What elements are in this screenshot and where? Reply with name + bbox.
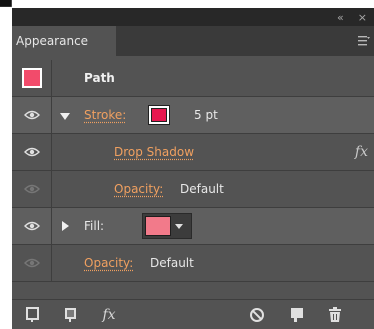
stroke-row[interactable]: Stroke: 5 pt: [12, 97, 374, 134]
eye-icon[interactable]: [23, 258, 40, 268]
eye-icon[interactable]: [23, 147, 40, 157]
object-thumbnail: [21, 68, 42, 88]
trash-icon[interactable]: [326, 306, 344, 324]
fill-label[interactable]: Fill:: [84, 219, 104, 233]
opacity-label[interactable]: Opacity:: [114, 182, 163, 196]
fill-color-swatch: [145, 216, 171, 236]
stroke-color-swatch[interactable]: [148, 105, 170, 125]
stroke-opacity-row[interactable]: Opacity: Default: [12, 171, 374, 208]
tab-appearance[interactable]: Appearance: [12, 26, 116, 56]
stroke-weight[interactable]: 5 pt: [194, 108, 218, 122]
opacity-value: Default: [150, 256, 194, 270]
expand-triangle-icon[interactable]: [60, 113, 70, 120]
eye-icon[interactable]: [23, 110, 40, 120]
close-icon[interactable]: ×: [358, 11, 367, 24]
opacity-value: Default: [180, 182, 224, 196]
bottom-toolbar: fx: [12, 299, 374, 329]
appearance-rows: Path Stroke: 5 pt Drop Shadow fx Opacity…: [12, 60, 374, 282]
drop-shadow-label[interactable]: Drop Shadow: [114, 145, 194, 159]
fill-row[interactable]: Fill:: [12, 208, 374, 245]
appearance-panel: « × Appearance Path Stroke: 5 pt Drop Sh…: [12, 8, 374, 329]
panel-controls: « ×: [330, 8, 374, 26]
collapse-triangle-icon[interactable]: [62, 221, 69, 231]
chevron-down-icon: [175, 223, 183, 229]
fill-opacity-eye-cell: [12, 245, 52, 281]
fill-color-dropdown[interactable]: [142, 213, 192, 239]
stroke-opacity-eye-cell: [12, 171, 52, 207]
collapse-icon[interactable]: «: [337, 11, 344, 24]
fill-opacity-row[interactable]: Opacity: Default: [12, 245, 374, 282]
duplicate-icon[interactable]: [288, 306, 306, 324]
opacity-label[interactable]: Opacity:: [84, 256, 133, 270]
new-stroke-icon[interactable]: [24, 306, 42, 324]
new-fill-icon[interactable]: [62, 306, 80, 324]
stroke-label[interactable]: Stroke:: [84, 108, 126, 122]
stroke-eye-cell: [12, 97, 52, 133]
panel-menu-icon[interactable]: [358, 35, 370, 47]
panel-top-strip: « ×: [12, 8, 374, 26]
object-thumbnail-cell: [12, 60, 52, 96]
object-row[interactable]: Path: [12, 60, 374, 97]
tab-bar: Appearance: [12, 26, 374, 56]
fill-eye-cell: [12, 208, 52, 244]
fx-icon[interactable]: fx: [355, 134, 368, 170]
eye-icon[interactable]: [23, 184, 40, 194]
eye-icon[interactable]: [23, 221, 40, 231]
clear-icon[interactable]: [248, 306, 266, 324]
object-type-label: Path: [84, 71, 115, 85]
shadow-eye-cell: [12, 134, 52, 170]
drop-shadow-row[interactable]: Drop Shadow fx: [12, 134, 374, 171]
fx-icon[interactable]: fx: [100, 306, 118, 324]
